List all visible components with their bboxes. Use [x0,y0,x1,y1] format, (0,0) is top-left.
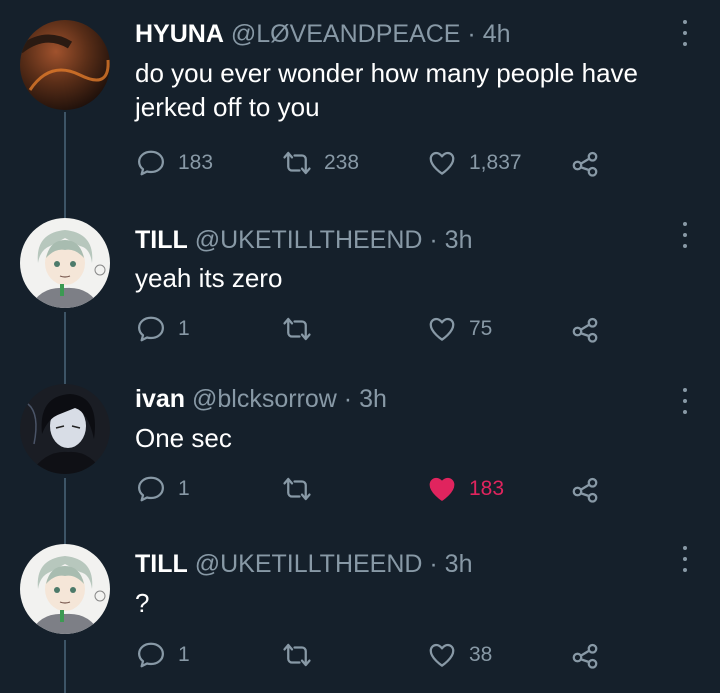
avatar[interactable] [20,20,110,110]
share-icon [572,317,598,343]
tweet-text: ? [135,588,150,618]
like-count: 38 [469,643,493,666]
heart-icon [429,643,455,667]
tweet-text: yeah its zero [135,263,283,293]
tweet[interactable]: TILL @UKETILLTHEEND · 3h ? 1 38 [0,534,720,693]
reply-button[interactable]: 1 [136,474,190,504]
tweet[interactable]: HYUNA @LØVEANDPEACE · 4h do you ever won… [0,0,720,200]
reply-button[interactable]: 1 [136,640,190,670]
user-handle[interactable]: @blcksorrow [192,385,337,413]
user-handle[interactable]: @UKETILLTHEEND [195,550,423,578]
retweet-icon [283,151,311,175]
share-button[interactable] [570,148,600,178]
reply-icon [138,316,164,342]
like-count: 1,837 [469,151,522,174]
share-icon [572,151,598,177]
more-options-icon[interactable] [678,388,692,414]
retweet-icon [283,477,311,501]
tweet-header: TILL @UKETILLTHEEND · 3h [135,550,472,579]
heart-filled-icon [429,477,455,501]
more-options-icon[interactable] [678,222,692,248]
separator: · [422,550,445,578]
retweet-icon [283,643,311,667]
like-button[interactable]: 38 [427,640,492,670]
timestamp[interactable]: 4h [483,20,511,48]
tweet-actions: 183 238 1,837 [0,148,720,178]
avatar[interactable] [20,544,110,634]
retweet-button[interactable] [282,640,324,670]
retweet-button[interactable] [282,314,324,344]
more-options-icon[interactable] [678,20,692,46]
retweet-count: 238 [324,151,360,174]
like-button[interactable]: 1,837 [427,148,522,178]
reply-count: 1 [178,317,190,340]
separator: · [422,226,445,254]
display-name[interactable]: TILL [135,550,188,578]
reply-button[interactable]: 1 [136,314,190,344]
display-name[interactable]: HYUNA [135,20,224,48]
separator: · [460,20,483,48]
retweet-icon [283,317,311,341]
tweet-actions: 1 75 [0,314,720,344]
reply-count: 1 [178,643,190,666]
reply-button[interactable]: 183 [136,148,213,178]
reply-icon [138,476,164,502]
like-button[interactable]: 75 [427,314,492,344]
like-button[interactable]: 183 [427,474,504,504]
share-icon [572,643,598,669]
tweet-actions: 1 38 [0,640,720,670]
tweet-header: HYUNA @LØVEANDPEACE · 4h [135,20,511,49]
tweet-header: TILL @UKETILLTHEEND · 3h [135,226,472,255]
tweet-actions: 1 183 [0,474,720,504]
avatar[interactable] [20,218,110,308]
tweet[interactable]: ivan @blcksorrow · 3h One sec 1 183 [0,370,720,534]
tweet[interactable]: TILL @UKETILLTHEEND · 3h yeah its zero 1… [0,200,720,370]
tweet-header: ivan @blcksorrow · 3h [135,385,387,414]
tweet-text: do you ever wonder how many people have … [135,58,638,122]
retweet-button[interactable]: 238 [282,148,359,178]
like-count: 75 [469,317,493,340]
tweet-text: One sec [135,423,232,453]
reply-count: 183 [178,151,214,174]
avatar[interactable] [20,384,110,474]
separator: · [336,385,360,413]
heart-icon [429,317,455,341]
reply-count: 1 [178,477,190,500]
share-icon [572,477,598,503]
timestamp[interactable]: 3h [359,385,387,413]
user-handle[interactable]: @LØVEANDPEACE [231,20,461,48]
share-button[interactable] [570,640,600,670]
timestamp[interactable]: 3h [445,226,473,254]
reply-icon [138,150,164,176]
timestamp[interactable]: 3h [445,550,473,578]
share-button[interactable] [570,474,600,504]
reply-icon [138,642,164,668]
more-options-icon[interactable] [678,546,692,572]
heart-icon [429,151,455,175]
display-name[interactable]: TILL [135,226,188,254]
share-button[interactable] [570,314,600,344]
retweet-button[interactable] [282,474,324,504]
display-name[interactable]: ivan [135,385,185,413]
user-handle[interactable]: @UKETILLTHEEND [195,226,423,254]
like-count: 183 [469,477,505,500]
